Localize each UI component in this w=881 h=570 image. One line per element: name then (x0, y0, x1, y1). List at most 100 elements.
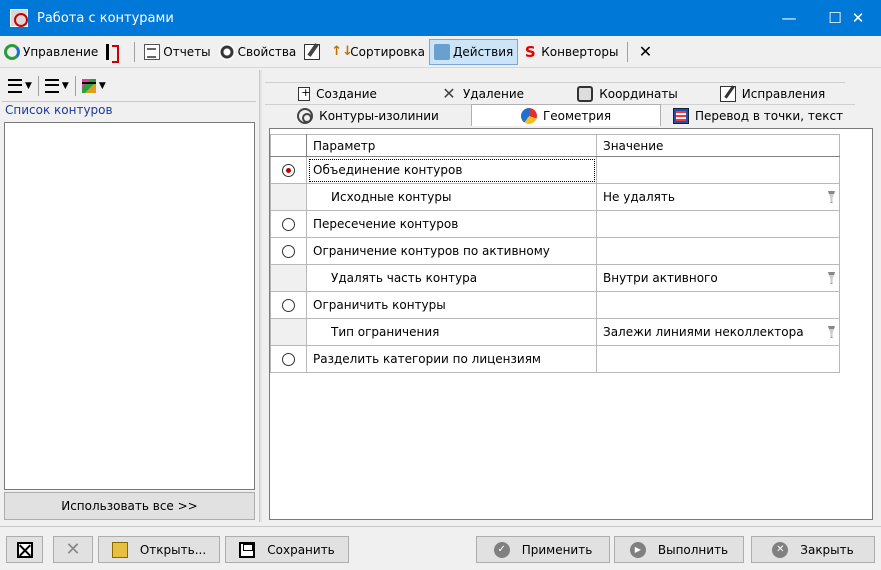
value-cell[interactable] (596, 291, 840, 319)
tab-coordinates-label: Координаты (599, 86, 678, 101)
color-filter-icon (81, 78, 96, 93)
radio-button[interactable] (282, 299, 295, 312)
param-cell[interactable]: Исходные контуры (306, 183, 597, 211)
grid-header-param[interactable]: Параметр (306, 134, 597, 157)
close-button-label: Закрыть (800, 542, 854, 557)
geometry-icon (520, 107, 537, 124)
filter-dropdown-icon[interactable] (828, 191, 835, 203)
param-cell[interactable]: Ограничение контуров по активному (306, 237, 597, 265)
list-view-dropdown[interactable]: ▼ (8, 78, 32, 93)
param-cell[interactable]: Разделить категории по лицензиям (306, 345, 597, 373)
value-cell[interactable] (596, 210, 840, 238)
grid-row-source-contours[interactable]: Исходные контуры Не удалять (270, 183, 840, 211)
value-dropdown-cell[interactable]: Внутри активного (596, 264, 840, 292)
radio-button-checked[interactable] (282, 164, 295, 177)
value-cell[interactable] (596, 156, 840, 184)
title-bar: Работа с контурами — ☐ ✕ (0, 0, 881, 36)
radio-button[interactable] (282, 218, 295, 231)
list-toolbar: ▼ ▼ ▼ (2, 70, 256, 102)
grid-header-corner (270, 134, 307, 157)
toolbar-sort-button[interactable]: ↑↓ Сортировка (327, 39, 429, 65)
minimize-button[interactable]: — (766, 0, 812, 36)
grid-row-limit-type[interactable]: Тип ограничения Залежи линиями неколлект… (270, 318, 840, 346)
toolbar-converters-button[interactable]: S Конверторы (518, 39, 622, 65)
radio-button[interactable] (282, 353, 295, 366)
tab-coordinates[interactable]: Координаты (555, 82, 700, 104)
toolbar-management-button[interactable]: Управление (0, 39, 102, 65)
tab-delete[interactable]: ✕ Удаление (410, 82, 555, 104)
dropdown-arrow-icon: ▼ (98, 80, 106, 91)
toolbar-actions-button[interactable]: Действия (429, 38, 519, 65)
run-button[interactable]: Выполнить (614, 536, 744, 563)
toolbar-reports-button[interactable]: Отчеты (140, 39, 214, 65)
contour-list[interactable] (4, 122, 255, 490)
grid-row-split-categories[interactable]: Разделить категории по лицензиям (270, 345, 840, 373)
grid-row-intersection[interactable]: Пересечение контуров (270, 210, 840, 238)
radio-cell[interactable] (270, 291, 307, 319)
param-cell[interactable]: Удалять часть контура (306, 264, 597, 292)
delete-button[interactable]: ✕ (53, 536, 93, 563)
param-cell[interactable]: Ограничить контуры (306, 291, 597, 319)
radio-button[interactable] (282, 245, 295, 258)
properties-icon (218, 43, 235, 60)
radio-cell[interactable] (270, 237, 307, 265)
filter-dropdown-icon[interactable] (828, 326, 835, 338)
tab-convert-points[interactable]: Перевод в точки, текст (661, 104, 855, 126)
open-folder-icon (111, 541, 128, 558)
geometry-panel: Параметр Значение Объединение контуров И… (269, 128, 873, 520)
bottom-button-bar: ✕ Открыть... Сохранить Применить Выполни… (0, 526, 881, 570)
radio-cell[interactable] (270, 210, 307, 238)
value-text: Залежи линиями неколлектора (603, 325, 804, 339)
play-icon (629, 541, 646, 558)
use-all-button[interactable]: Использовать все >> (4, 492, 255, 520)
param-cell[interactable]: Пересечение контуров (306, 210, 597, 238)
radio-cell[interactable] (270, 345, 307, 373)
toolbar-edit-button[interactable] (300, 39, 327, 65)
delete-all-button[interactable] (6, 536, 43, 563)
close-icon (772, 541, 789, 558)
value-dropdown-cell[interactable]: Залежи линиями неколлектора (596, 318, 840, 346)
coordinates-icon (577, 85, 594, 102)
radio-cell[interactable] (270, 156, 307, 184)
delete-icon: ✕ (65, 538, 81, 560)
value-cell[interactable] (596, 237, 840, 265)
param-cell[interactable]: Тип ограничения (306, 318, 597, 346)
save-button[interactable]: Сохранить (225, 536, 349, 563)
grid-row-delete-part[interactable]: Удалять часть контура Внутри активного (270, 264, 840, 292)
toolbar-converters-label: Конверторы (541, 44, 619, 59)
close-button[interactable]: Закрыть (751, 536, 875, 563)
actions-icon (434, 43, 451, 60)
toolbar-properties-button[interactable]: Свойства (215, 39, 301, 65)
filter-dropdown-icon[interactable] (828, 272, 835, 284)
report-icon (144, 43, 161, 60)
open-button-label: Открыть... (139, 542, 207, 557)
grid-header-value[interactable]: Значение (596, 134, 840, 157)
list-sort-dropdown[interactable]: ▼ (44, 78, 69, 93)
tab-corrections[interactable]: Исправления (700, 82, 845, 104)
converters-icon: S (524, 42, 536, 61)
list-sort-icon (44, 78, 59, 93)
apply-button[interactable]: Применить (476, 536, 610, 563)
save-icon (239, 541, 256, 558)
value-cell[interactable] (596, 345, 840, 373)
list-filter-dropdown[interactable]: ▼ (81, 78, 106, 93)
run-button-label: Выполнить (657, 542, 729, 557)
param-cell[interactable]: Объединение контуров (306, 156, 597, 184)
open-button[interactable]: Открыть... (98, 536, 220, 563)
delete-x-icon: ✕ (442, 83, 456, 103)
toolbar-bracket-button[interactable] (102, 39, 129, 65)
app-icon (10, 9, 28, 27)
close-window-button[interactable]: ✕ (835, 0, 881, 36)
tab-isolines[interactable]: Контуры-изолинии (265, 104, 471, 126)
toolbar-separator (134, 41, 136, 62)
grid-row-union[interactable]: Объединение контуров (270, 156, 840, 184)
value-dropdown-cell[interactable]: Не удалять (596, 183, 840, 211)
create-icon (298, 86, 310, 101)
toolbar-tools-button[interactable]: ✕ (633, 39, 660, 65)
grid-row-limit-contours[interactable]: Ограничить контуры (270, 291, 840, 319)
panel-splitter[interactable] (259, 70, 262, 522)
tab-geometry[interactable]: Геометрия (471, 104, 661, 126)
tab-create[interactable]: Создание (265, 82, 410, 104)
grid-row-limit-by-active[interactable]: Ограничение контуров по активному (270, 237, 840, 265)
tab-row-1: Создание ✕ Удаление Координаты Исправлен… (265, 82, 845, 104)
